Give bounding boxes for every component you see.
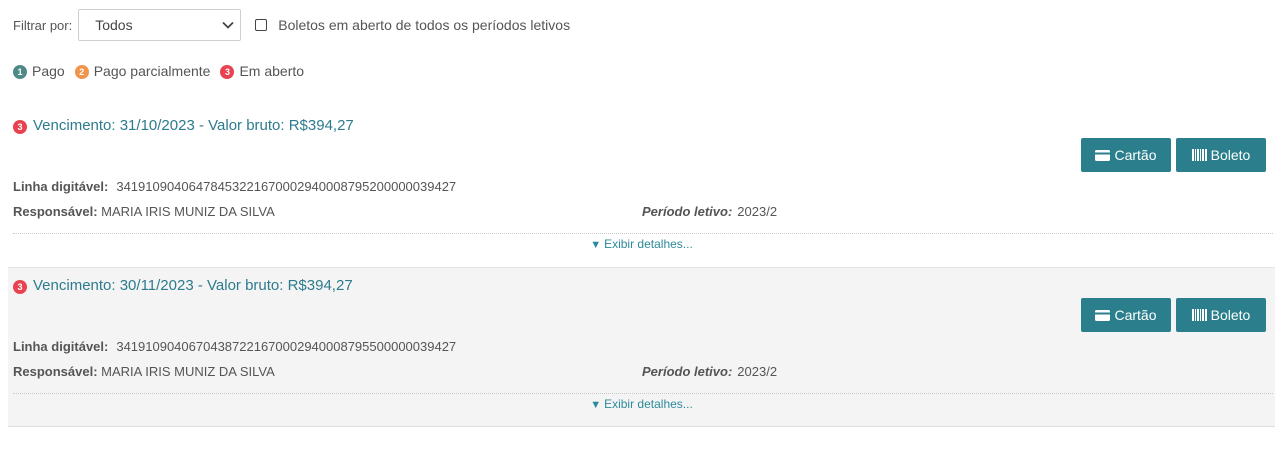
status-badge: 3 <box>13 280 27 294</box>
barcode-icon <box>1191 309 1207 321</box>
show-details-link[interactable]: ▼ Exibir detalhes... <box>8 397 1275 411</box>
chevron-down-icon <box>222 21 234 29</box>
details-label: Exibir detalhes... <box>604 397 693 411</box>
print-boleto-button[interactable]: Boleto <box>1176 138 1266 172</box>
checkbox-label: Boletos em aberto de todos os períodos l… <box>278 17 571 33</box>
responsavel-label: Responsável: <box>13 364 98 379</box>
button-label: Cartão <box>1114 147 1157 163</box>
periodo-label: Período letivo: <box>642 204 733 219</box>
status-legend: 1 Pago 2 Pago parcialmente 3 Em aberto <box>13 63 314 79</box>
boleto-title-text: Vencimento: 30/11/2023 - Valor bruto: R$… <box>33 277 353 294</box>
responsavel-label: Responsável: <box>13 204 98 219</box>
boleto-card: 3 Vencimento: 30/11/2023 - Valor bruto: … <box>8 267 1275 427</box>
status-badge: 3 <box>220 65 235 79</box>
periodo-letivo: Período letivo: 2023/2 <box>642 364 777 379</box>
legend-item-pago-parcialmente: 2 Pago parcialmente <box>74 63 211 79</box>
credit-card-icon <box>1095 309 1111 321</box>
pay-card-button[interactable]: Cartão <box>1081 138 1171 172</box>
status-badge: 1 <box>13 65 27 79</box>
triangle-down-icon: ▼ <box>590 239 602 251</box>
responsavel: Responsável: MARIA IRIS MUNIZ DA SILVA <box>13 204 275 219</box>
show-details-link[interactable]: ▼ Exibir detalhes... <box>8 237 1275 251</box>
divider <box>13 233 1273 234</box>
boleto-title-text: Vencimento: 31/10/2023 - Valor bruto: R$… <box>33 117 354 134</box>
linha-label: Linha digitável: <box>13 179 109 194</box>
legend-label: Pago <box>32 63 65 79</box>
barcode-icon <box>1191 149 1207 161</box>
filter-bar: Filtrar por: Todos Boletos em aberto de … <box>13 8 570 42</box>
divider <box>13 393 1273 394</box>
pay-card-button[interactable]: Cartão <box>1081 298 1171 332</box>
linha-value: 3419109040670438722167000294000879550000… <box>116 339 457 354</box>
responsavel-value: MARIA IRIS MUNIZ DA SILVA <box>101 204 275 219</box>
button-label: Boleto <box>1210 307 1251 323</box>
periodo-value: 2023/2 <box>737 204 778 219</box>
filter-label: Filtrar por: <box>13 17 73 33</box>
details-label: Exibir detalhes... <box>604 237 693 251</box>
print-boleto-button[interactable]: Boleto <box>1176 298 1266 332</box>
period-filter-select[interactable]: Todos <box>78 9 242 41</box>
responsavel-value: MARIA IRIS MUNIZ DA SILVA <box>101 364 275 379</box>
periodo-letivo: Período letivo: 2023/2 <box>642 204 777 219</box>
legend-item-em-aberto: 3 Em aberto <box>220 63 304 79</box>
periodo-label: Período letivo: <box>642 364 733 379</box>
linha-digitavel: Linha digitável: 341910904067043872216700… <box>13 339 456 354</box>
button-label: Cartão <box>1114 307 1157 323</box>
select-value: Todos <box>95 17 133 33</box>
linha-digitavel: Linha digitável: 341910904064784532216700… <box>13 179 456 194</box>
status-badge: 2 <box>74 65 89 79</box>
legend-label: Pago parcialmente <box>93 63 211 79</box>
linha-label: Linha digitável: <box>13 339 109 354</box>
credit-card-icon <box>1095 149 1111 161</box>
boleto-title: 3 Vencimento: 31/10/2023 - Valor bruto: … <box>13 117 354 134</box>
boleto-card: 3 Vencimento: 31/10/2023 - Valor bruto: … <box>8 108 1275 266</box>
boleto-title: 3 Vencimento: 30/11/2023 - Valor bruto: … <box>13 277 353 294</box>
responsavel: Responsável: MARIA IRIS MUNIZ DA SILVA <box>13 364 275 379</box>
triangle-down-icon: ▼ <box>590 399 602 411</box>
legend-label: Em aberto <box>239 63 305 79</box>
periodo-value: 2023/2 <box>737 364 778 379</box>
all-periods-checkbox[interactable] <box>255 19 268 31</box>
status-badge: 3 <box>13 120 27 134</box>
legend-item-pago: 1 Pago <box>13 63 65 79</box>
button-label: Boleto <box>1210 147 1251 163</box>
linha-value: 3419109040647845322167000294000879520000… <box>116 179 457 194</box>
all-periods-option[interactable]: Boletos em aberto de todos os períodos l… <box>255 17 570 33</box>
